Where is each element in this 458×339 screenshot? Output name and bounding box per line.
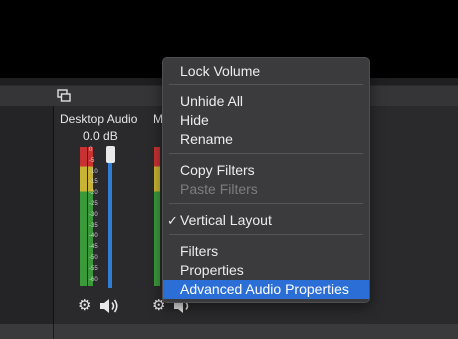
- menu-item-unhide-all[interactable]: Unhide All: [163, 92, 369, 111]
- meter-scale-label: -30: [89, 211, 98, 218]
- meter-scale-label: -45: [89, 244, 98, 251]
- context-menu: Lock Volume Unhide All Hide Rename Copy …: [162, 57, 370, 303]
- undock-icon[interactable]: [57, 89, 71, 102]
- meter-scale-label: 0: [89, 147, 93, 153]
- volume-meter-left: [80, 147, 87, 286]
- meter-scale-label: -25: [89, 201, 98, 207]
- menu-item-lock-volume[interactable]: Lock Volume: [163, 62, 369, 81]
- menu-separator: [169, 153, 363, 154]
- menu-item-filters[interactable]: Filters: [163, 242, 369, 261]
- dock-bottom-strip: [0, 324, 458, 339]
- speaker-icon[interactable]: [99, 298, 121, 317]
- volume-meter-channel-2: [154, 147, 160, 286]
- volume-fader-track[interactable]: [108, 160, 112, 288]
- meter-scale-label: -15: [89, 179, 98, 186]
- menu-item-vertical-layout[interactable]: ✓ Vertical Layout: [163, 211, 369, 230]
- menu-item-paste-filters: Paste Filters: [180, 181, 258, 197]
- meter-scale-label: -55: [89, 265, 98, 272]
- menu-item-hide[interactable]: Hide: [163, 111, 369, 130]
- meter-scale-label: -50: [89, 255, 98, 261]
- gear-icon[interactable]: ⚙: [78, 298, 91, 313]
- menu-separator: [169, 234, 363, 235]
- menu-item-copy-filters[interactable]: Copy Filters: [163, 161, 369, 180]
- meter-scale-label: -35: [89, 222, 98, 229]
- menu-separator: [169, 203, 363, 204]
- meter-scale-label: -5: [89, 157, 95, 164]
- menu-item-advanced-audio-properties[interactable]: Advanced Audio Properties: [163, 280, 369, 299]
- menu-item-properties[interactable]: Properties: [163, 261, 369, 280]
- volume-fader-handle[interactable]: [106, 146, 115, 163]
- sources-panel: [0, 106, 54, 324]
- meter-scale-label: -60: [89, 276, 98, 283]
- meter-scale-label: -20: [89, 190, 98, 197]
- meter-scale-label: -10: [89, 168, 98, 175]
- meter-scale-label: -40: [89, 233, 98, 240]
- menu-separator: [169, 84, 363, 85]
- checkmark-icon: ✓: [167, 213, 178, 228]
- channel-name-desktop-audio[interactable]: Desktop Audio: [60, 112, 137, 126]
- channel-db-desktop-audio: 0.0 dB: [83, 129, 118, 143]
- menu-item-rename[interactable]: Rename: [163, 130, 369, 149]
